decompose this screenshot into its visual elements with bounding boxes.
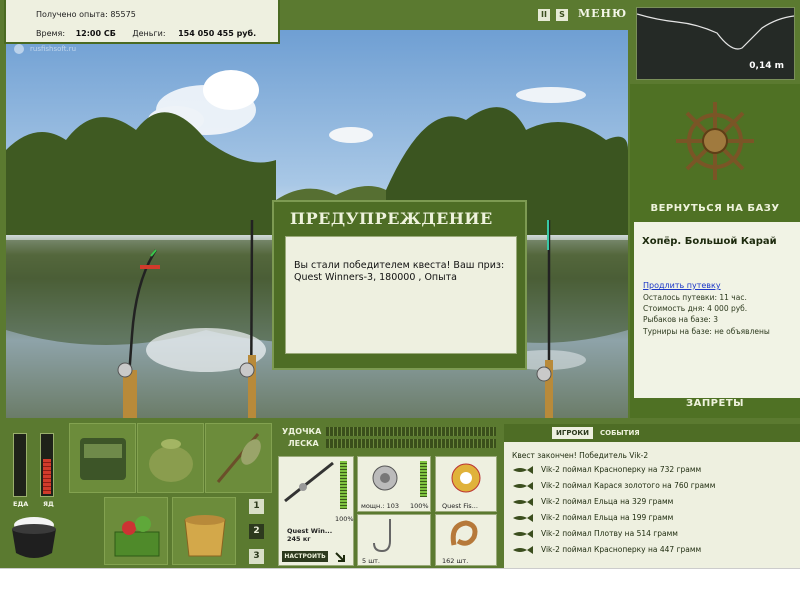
- depth-panel: 0,14 m: [636, 7, 795, 80]
- cauldron-icon[interactable]: [8, 513, 60, 563]
- tab-players[interactable]: ИГРОКИ: [552, 427, 593, 439]
- location-name: Хопёр. Большой Карай: [642, 236, 777, 247]
- dialog-message: Вы стали победителем квеста! Ваш приз: Q…: [285, 236, 517, 354]
- log-header: Квест закончен! Победитель Vik-2: [512, 451, 649, 460]
- log-entry: Vik-2 поймал Ельца на 199 грамм: [541, 513, 674, 522]
- line-spool-icon: [451, 463, 481, 493]
- fish-icon: [513, 498, 533, 506]
- location-panel: ВЕРНУТЬСЯ НА БАЗУ Хопёр. Большой Карай П…: [630, 84, 800, 418]
- depth-value: 0,14 m: [749, 61, 784, 71]
- tab-events[interactable]: СОБЫТИЯ: [596, 427, 644, 439]
- bans-button[interactable]: ЗАПРЕТЫ: [660, 398, 770, 409]
- xp-label: Получено опыта:: [36, 10, 108, 19]
- money-label: Деньги:: [132, 29, 166, 38]
- poison-bar: [40, 433, 54, 497]
- food-label: ЕДА: [13, 500, 29, 508]
- log-entry: Vik-2 поймал Красноперку на 732 грамм: [541, 465, 702, 474]
- fish-icon: [513, 514, 533, 522]
- bait-slot[interactable]: 162 шт.: [435, 514, 497, 566]
- page-button-1[interactable]: 1: [249, 499, 264, 514]
- log-tabs: ИГРОКИ СОБЫТИЯ: [504, 424, 800, 442]
- line-caption: Quest Fis...: [442, 502, 478, 510]
- tournaments-status: Турниры на базе: не объявлены: [643, 327, 770, 336]
- xp-row: Получено опыта: 85575: [36, 10, 136, 19]
- reel-wear-meter: [420, 461, 427, 497]
- vegetable-basket-icon: [114, 516, 160, 557]
- fish-icon: [513, 546, 533, 554]
- fish-icon: [513, 466, 533, 474]
- reel-slot[interactable]: мощн.: 103 100%: [357, 456, 431, 512]
- reel-percent: 100%: [410, 502, 429, 510]
- anglers-count: Рыбаков на базе: 3: [643, 315, 718, 324]
- bait-bag-icon: [149, 439, 193, 482]
- page-button-3[interactable]: 3: [249, 549, 264, 564]
- bottom-blank-strip: [0, 568, 800, 600]
- fish-icon: [513, 530, 533, 538]
- time-value: 12:00 СБ: [75, 29, 116, 38]
- pause-icon[interactable]: II: [538, 9, 550, 21]
- hook-slot[interactable]: 5 шт.: [357, 514, 431, 566]
- dialog-title: ПРЕДУПРЕЖДЕНИЕ: [290, 209, 493, 228]
- tools-slot[interactable]: [205, 423, 272, 493]
- bait-bag-slot[interactable]: [137, 423, 204, 493]
- money-value: 154 050 455 руб.: [178, 29, 257, 38]
- reel-icon: [372, 465, 398, 491]
- hook-icon: [373, 519, 391, 553]
- day-cost: Стоимость дня: 4 000 руб.: [643, 304, 748, 313]
- rod-label: УДОЧКА: [282, 427, 322, 436]
- permit-remaining: Осталось путевки: 11 час.: [643, 293, 747, 302]
- rod-percent: 100%: [335, 515, 354, 523]
- log-entry: Vik-2 поймал Карася золотого на 760 грам…: [541, 481, 716, 490]
- hook-caption: 5 шт.: [362, 557, 381, 565]
- return-to-base-button[interactable]: ВЕРНУТЬСЯ НА БАЗУ: [650, 203, 780, 214]
- xp-value: 85575: [110, 10, 136, 19]
- food-bar: [13, 433, 27, 497]
- poison-label: ЯД: [43, 500, 54, 508]
- menu-button[interactable]: МЕНЮ: [578, 7, 626, 23]
- location-info-box: Хопёр. Большой Карай Продлить путевку Ос…: [634, 222, 800, 398]
- log-entry: Vik-2 поймал Плотву на 514 грамм: [541, 529, 678, 538]
- page-button-2[interactable]: 2: [249, 524, 264, 539]
- wooden-bucket-icon: [184, 515, 226, 557]
- vegetables-slot[interactable]: [104, 497, 168, 565]
- poison-bar-fill: [43, 459, 51, 494]
- arrow-down-right-icon[interactable]: [334, 551, 346, 563]
- ship-wheel-icon[interactable]: [672, 98, 758, 184]
- log-entry: Vik-2 поймал Ельца на 329 грамм: [541, 497, 674, 506]
- rod-tension-meter: [326, 427, 496, 436]
- line-tension-meter: [326, 439, 496, 448]
- fish-icon: [513, 482, 533, 490]
- game-frame: Получено опыта: 85575 Время: 12:00 СБ Де…: [0, 0, 800, 568]
- setup-button[interactable]: НАСТРОИТЬ: [282, 551, 328, 562]
- log-entry: Vik-2 поймал Красноперку на 447 грамм: [541, 545, 702, 554]
- bait-caption: 162 шт.: [442, 557, 469, 565]
- home-icon[interactable]: [14, 44, 24, 54]
- backpack-slot[interactable]: [69, 423, 136, 493]
- rod-slot[interactable]: Quest Win... 245 кг 100%: [278, 456, 354, 566]
- line-label: ЛЕСКА: [288, 439, 319, 448]
- player-info-panel: Получено опыта: 85575 Время: 12:00 СБ Де…: [4, 0, 280, 44]
- warning-dialog: ПРЕДУПРЕЖДЕНИЕ Вы стали победителем квес…: [272, 200, 527, 370]
- backpack-icon: [80, 438, 126, 480]
- extend-permit-link[interactable]: Продлить путевку: [643, 281, 721, 290]
- line-slot[interactable]: Quest Fis...: [435, 456, 497, 512]
- tools-icon: [216, 433, 261, 483]
- bait-icon: [450, 520, 478, 546]
- reel-caption: мощн.: 103: [361, 502, 399, 510]
- rod-weight: 245 кг: [287, 535, 311, 543]
- time-label: Время:: [36, 29, 66, 38]
- watermark: rusfishsoft.ru: [30, 45, 77, 53]
- fishing-rod-icon: [284, 461, 334, 503]
- bucket-slot[interactable]: [172, 497, 236, 565]
- time-money-row: Время: 12:00 СБ Деньги: 154 050 455 руб.: [36, 29, 256, 38]
- sound-icon[interactable]: S: [556, 9, 568, 21]
- rod-name: Quest Win...: [287, 527, 333, 535]
- rod-wear-meter: [340, 461, 347, 509]
